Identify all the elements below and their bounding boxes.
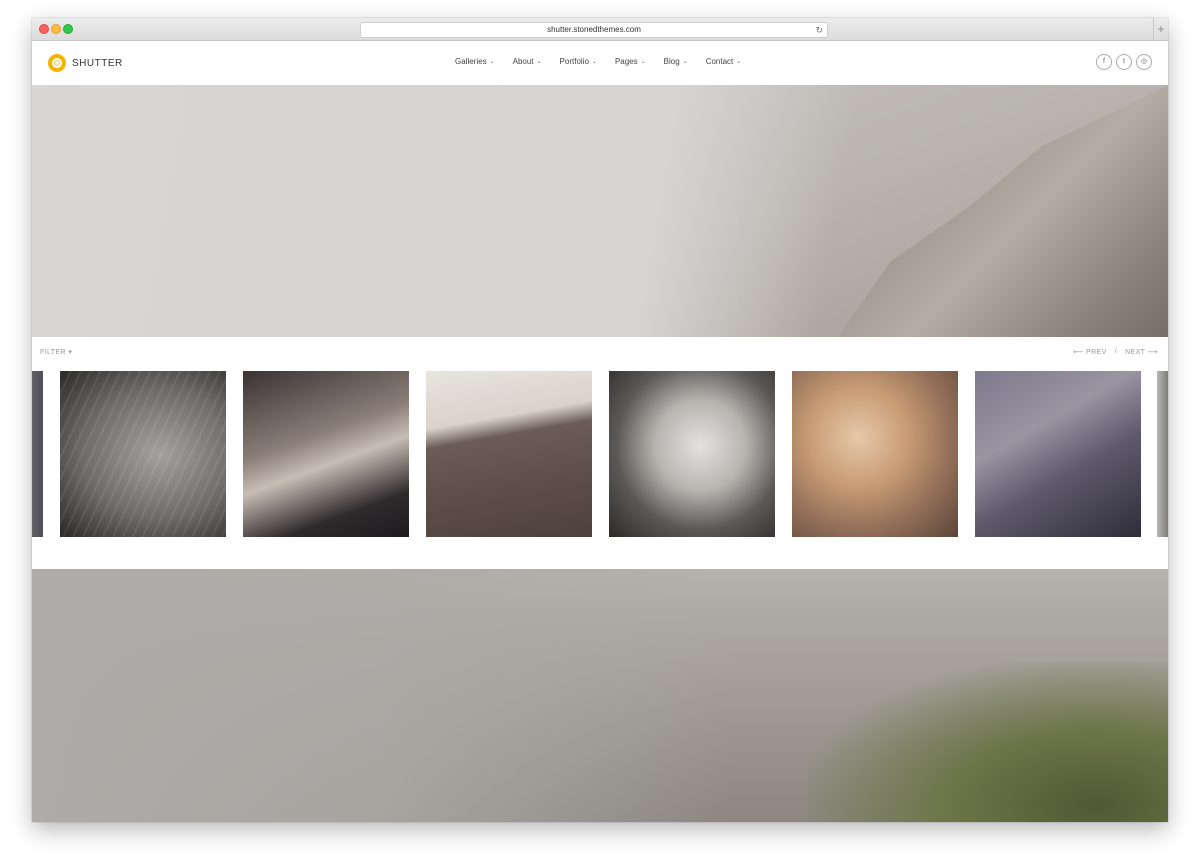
close-window-button[interactable] <box>39 24 49 34</box>
nav-item-blog[interactable]: Blog ⌄ <box>664 57 688 66</box>
minimize-window-button[interactable] <box>51 24 61 34</box>
logo-text: SHUTTER <box>72 57 123 69</box>
nav-item-label: Portfolio <box>559 57 589 66</box>
zoom-window-button[interactable] <box>63 24 73 34</box>
address-bar[interactable]: shutter.stonedthemes.com ↻ <box>360 22 828 38</box>
thumbnail-texture <box>60 371 226 537</box>
nav-item-label: About <box>512 57 534 66</box>
hero-image-top <box>32 85 1168 337</box>
reload-icon[interactable]: ↻ <box>815 23 823 37</box>
chevron-down-icon: ⌄ <box>536 59 542 65</box>
vegetation-shape <box>808 662 1168 822</box>
gallery-strip: FILTER ▾ ⟵ PREV / NEXT ⟶ <box>32 337 1168 569</box>
fog-overlay <box>32 569 732 822</box>
nav-item-label: Pages <box>614 57 638 66</box>
browser-chrome: shutter.stonedthemes.com ↻ + <box>32 18 1168 41</box>
site-header: SHUTTER Galleries ⌄ About ⌄ Portfolio ⌄ … <box>32 41 1168 85</box>
browser-window: shutter.stonedthemes.com ↻ + SHUTTER Gal… <box>32 18 1168 822</box>
gallery-thumbnail[interactable] <box>1157 371 1168 537</box>
cliff-shape <box>838 85 1168 337</box>
url-text: shutter.stonedthemes.com <box>547 25 641 34</box>
nav-item-contact[interactable]: Contact ⌄ <box>706 57 742 66</box>
chevron-down-icon: ⌄ <box>489 59 495 65</box>
nav-item-pages[interactable]: Pages ⌄ <box>615 57 646 66</box>
gallery-thumbnail[interactable] <box>792 371 958 537</box>
chevron-down-icon: ⌄ <box>591 59 597 65</box>
chevron-down-icon: ⌄ <box>640 59 646 65</box>
facebook-icon[interactable]: f <box>1096 54 1112 70</box>
new-tab-button[interactable]: + <box>1153 18 1168 40</box>
prev-button[interactable]: ⟵ PREV <box>1073 348 1106 356</box>
chevron-down-icon: ⌄ <box>736 59 742 65</box>
gallery-thumbnail[interactable] <box>426 371 592 537</box>
gallery-thumbnail[interactable] <box>609 371 775 537</box>
gallery-pager: ⟵ PREV / NEXT ⟶ <box>1073 348 1158 356</box>
gallery-thumbnail[interactable] <box>60 371 226 537</box>
gallery-thumbnail[interactable] <box>975 371 1141 537</box>
main-nav: Galleries ⌄ About ⌄ Portfolio ⌄ Pages ⌄ … <box>455 57 759 66</box>
filter-dropdown[interactable]: FILTER ▾ <box>40 348 72 356</box>
thumbnail-carousel <box>32 371 1168 537</box>
aperture-logo-icon <box>48 54 66 72</box>
social-links: f t ◎ <box>1092 54 1152 70</box>
gallery-thumbnail[interactable] <box>243 371 409 537</box>
nav-item-label: Contact <box>705 57 734 66</box>
nav-item-about[interactable]: About ⌄ <box>513 57 542 66</box>
nav-item-portfolio[interactable]: Portfolio ⌄ <box>560 57 597 66</box>
nav-item-label: Blog <box>663 57 680 66</box>
nav-item-galleries[interactable]: Galleries ⌄ <box>455 57 495 66</box>
pager-separator: / <box>1114 348 1118 355</box>
gallery-thumbnail[interactable] <box>32 371 43 537</box>
instagram-icon[interactable]: ◎ <box>1136 54 1152 70</box>
next-button[interactable]: NEXT ⟶ <box>1125 348 1158 356</box>
hero-image-bottom <box>32 569 1168 822</box>
nav-item-label: Galleries <box>455 57 487 66</box>
chevron-down-icon: ⌄ <box>682 59 688 65</box>
site-logo[interactable]: SHUTTER <box>48 54 123 72</box>
twitter-icon[interactable]: t <box>1116 54 1132 70</box>
